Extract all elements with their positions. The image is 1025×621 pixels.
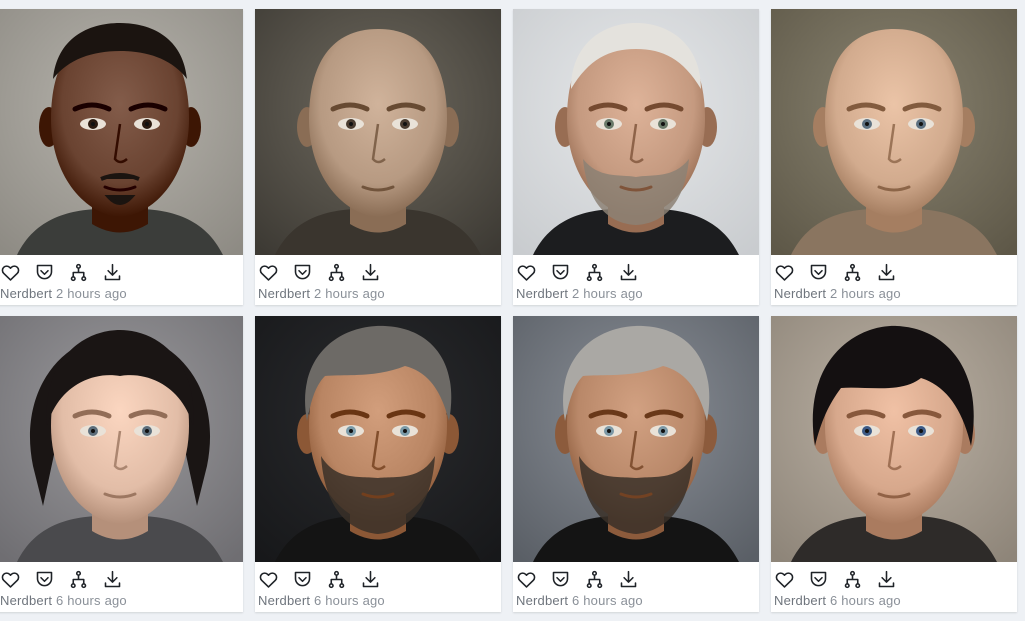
heart-icon[interactable] (515, 261, 537, 283)
timestamp: 2 hours ago (572, 286, 643, 301)
pocket-save-icon[interactable] (291, 568, 313, 590)
download-icon[interactable] (359, 568, 381, 590)
portrait-image[interactable] (0, 9, 243, 255)
image-card: Nerdbert 2 hours ago (771, 9, 1017, 305)
portrait-image[interactable] (771, 9, 1017, 255)
hierarchy-icon[interactable] (841, 261, 863, 283)
hierarchy-icon[interactable] (325, 568, 347, 590)
timestamp: 6 hours ago (314, 593, 385, 608)
hierarchy-icon[interactable] (67, 568, 89, 590)
image-card: Nerdbert 6 hours ago (771, 316, 1017, 612)
pocket-save-icon[interactable] (807, 568, 829, 590)
timestamp: 6 hours ago (830, 593, 901, 608)
card-meta: Nerdbert 6 hours ago (258, 593, 385, 608)
portrait-image[interactable] (0, 316, 243, 562)
timestamp: 2 hours ago (830, 286, 901, 301)
download-icon[interactable] (617, 568, 639, 590)
heart-icon[interactable] (257, 261, 279, 283)
download-icon[interactable] (875, 261, 897, 283)
author-link[interactable]: Nerdbert (258, 286, 310, 301)
download-icon[interactable] (617, 261, 639, 283)
hierarchy-icon[interactable] (841, 568, 863, 590)
card-meta: Nerdbert 2 hours ago (258, 286, 385, 301)
portrait-image[interactable] (771, 316, 1017, 562)
author-link[interactable]: Nerdbert (774, 593, 826, 608)
image-grid: Nerdbert 2 hours ago Nerdbert 2 hours ag… (0, 0, 1025, 621)
heart-icon[interactable] (773, 261, 795, 283)
pocket-save-icon[interactable] (549, 568, 571, 590)
image-card: Nerdbert 6 hours ago (255, 316, 501, 612)
card-actions (0, 566, 245, 592)
pocket-save-icon[interactable] (807, 261, 829, 283)
card-actions (255, 259, 503, 285)
pocket-save-icon[interactable] (291, 261, 313, 283)
hierarchy-icon[interactable] (583, 568, 605, 590)
card-actions (0, 259, 245, 285)
portrait-image[interactable] (255, 316, 501, 562)
timestamp: 6 hours ago (572, 593, 643, 608)
pocket-save-icon[interactable] (33, 568, 55, 590)
image-card: Nerdbert 6 hours ago (0, 316, 243, 612)
card-actions (255, 566, 503, 592)
hierarchy-icon[interactable] (583, 261, 605, 283)
heart-icon[interactable] (257, 568, 279, 590)
image-card: Nerdbert 2 hours ago (255, 9, 501, 305)
heart-icon[interactable] (515, 568, 537, 590)
author-link[interactable]: Nerdbert (258, 593, 310, 608)
author-link[interactable]: Nerdbert (774, 286, 826, 301)
author-link[interactable]: Nerdbert (0, 286, 52, 301)
author-link[interactable]: Nerdbert (516, 286, 568, 301)
card-actions (513, 259, 761, 285)
image-card: Nerdbert 2 hours ago (513, 9, 759, 305)
card-meta: Nerdbert 2 hours ago (516, 286, 643, 301)
card-meta: Nerdbert 2 hours ago (774, 286, 901, 301)
timestamp: 2 hours ago (56, 286, 127, 301)
image-card: Nerdbert 6 hours ago (513, 316, 759, 612)
image-card: Nerdbert 2 hours ago (0, 9, 243, 305)
card-meta: Nerdbert 6 hours ago (774, 593, 901, 608)
timestamp: 2 hours ago (314, 286, 385, 301)
card-actions (771, 566, 1019, 592)
author-link[interactable]: Nerdbert (516, 593, 568, 608)
timestamp: 6 hours ago (56, 593, 127, 608)
pocket-save-icon[interactable] (549, 261, 571, 283)
card-meta: Nerdbert 6 hours ago (516, 593, 643, 608)
card-meta: Nerdbert 6 hours ago (0, 593, 127, 608)
download-icon[interactable] (875, 568, 897, 590)
card-actions (513, 566, 761, 592)
heart-icon[interactable] (0, 261, 21, 283)
card-actions (771, 259, 1019, 285)
portrait-image[interactable] (513, 316, 759, 562)
heart-icon[interactable] (0, 568, 21, 590)
download-icon[interactable] (101, 568, 123, 590)
download-icon[interactable] (359, 261, 381, 283)
hierarchy-icon[interactable] (325, 261, 347, 283)
card-meta: Nerdbert 2 hours ago (0, 286, 127, 301)
heart-icon[interactable] (773, 568, 795, 590)
download-icon[interactable] (101, 261, 123, 283)
pocket-save-icon[interactable] (33, 261, 55, 283)
hierarchy-icon[interactable] (67, 261, 89, 283)
portrait-image[interactable] (513, 9, 759, 255)
author-link[interactable]: Nerdbert (0, 593, 52, 608)
portrait-image[interactable] (255, 9, 501, 255)
